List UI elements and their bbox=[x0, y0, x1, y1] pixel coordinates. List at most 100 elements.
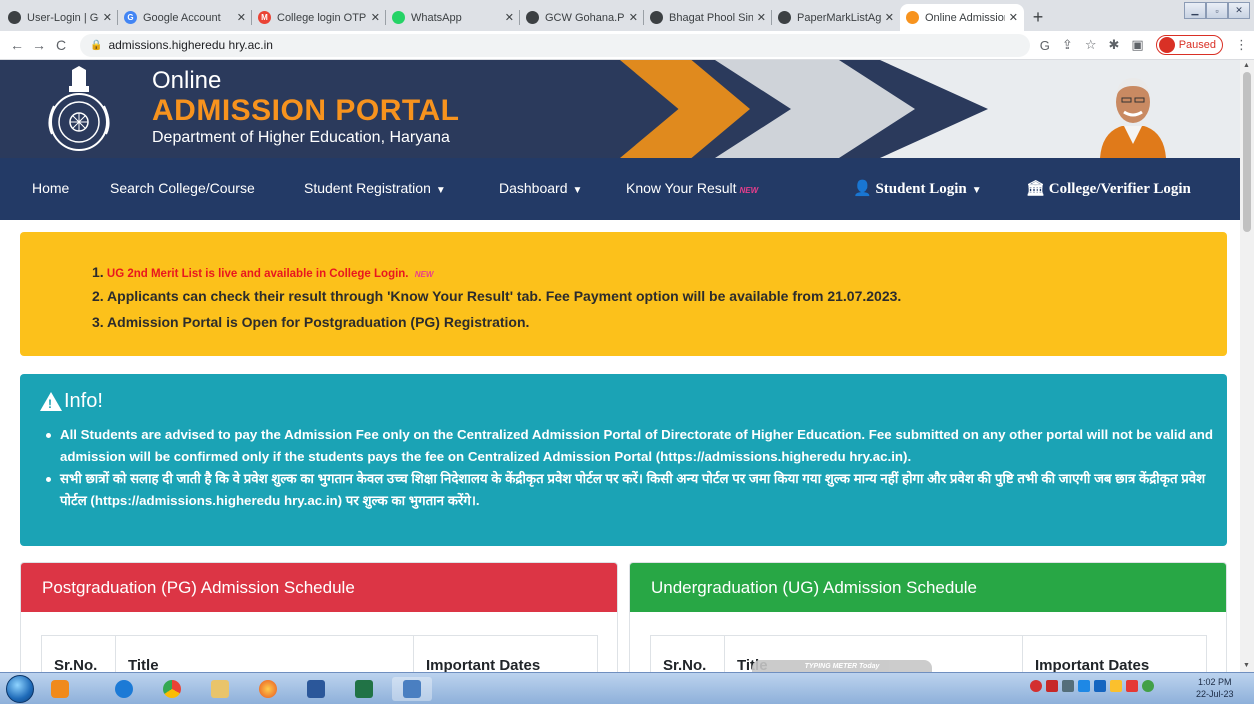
network-icon[interactable] bbox=[1062, 680, 1074, 692]
nav-home[interactable]: Home bbox=[32, 180, 69, 196]
tray-icon[interactable] bbox=[1126, 680, 1138, 692]
close-window-button[interactable]: ✕ bbox=[1228, 2, 1250, 19]
nav-dashboard[interactable]: Dashboard ▼ bbox=[499, 180, 582, 196]
file-explorer-icon[interactable] bbox=[200, 677, 240, 701]
nav-label: College/Verifier Login bbox=[1048, 181, 1191, 197]
banner-backdrop bbox=[880, 60, 1240, 158]
ug-card-header: Undergraduation (UG) Admission Schedule bbox=[630, 563, 1226, 612]
window-controls: ▁ ▫ ✕ bbox=[1184, 2, 1250, 19]
nav-label: Student Registration bbox=[304, 180, 431, 196]
notice-number: 1. bbox=[92, 264, 104, 280]
ug-schedule-card: Undergraduation (UG) Admission Schedule … bbox=[629, 562, 1227, 672]
maximize-button[interactable]: ▫ bbox=[1206, 2, 1228, 19]
user-icon: 👤 bbox=[853, 181, 872, 197]
scroll-down-arrow-icon[interactable]: ▼ bbox=[1243, 662, 1250, 669]
chrome-icon[interactable] bbox=[152, 677, 192, 701]
nav-label: Know Your Result bbox=[626, 180, 737, 196]
pg-schedule-card: Postgraduation (PG) Admission Schedule S… bbox=[20, 562, 618, 672]
close-icon[interactable]: ✕ bbox=[885, 11, 894, 24]
tab-title: User-Login | Govern bbox=[27, 11, 99, 24]
internet-explorer-icon[interactable] bbox=[104, 677, 144, 701]
tray-icon[interactable] bbox=[1110, 680, 1122, 692]
haryana-emblem-icon bbox=[48, 66, 110, 151]
start-button[interactable] bbox=[6, 675, 34, 703]
browser-tab[interactable]: Bhagat Phool Singh ✕ bbox=[644, 4, 772, 31]
tray-icon[interactable] bbox=[1030, 680, 1042, 692]
profile-button[interactable]: Paused bbox=[1155, 35, 1223, 55]
scroll-up-arrow-icon[interactable]: ▲ bbox=[1243, 62, 1250, 69]
profile-status: Paused bbox=[1178, 39, 1216, 51]
excel-icon[interactable] bbox=[344, 677, 384, 701]
notice-alert: 1. UG 2nd Merit List is live and availab… bbox=[20, 232, 1227, 356]
tray-icon[interactable] bbox=[1094, 680, 1106, 692]
reload-icon[interactable]: C bbox=[50, 37, 72, 53]
remote-desktop-icon[interactable] bbox=[392, 677, 432, 701]
tab-title: Google Account bbox=[143, 11, 221, 24]
clock-date: 22-Jul-23 bbox=[1196, 689, 1234, 699]
info-heading-text: Info! bbox=[64, 390, 103, 412]
column-header-srno: Sr.No. bbox=[650, 635, 725, 672]
close-icon[interactable]: ✕ bbox=[371, 11, 380, 24]
tray-icon[interactable] bbox=[1142, 680, 1154, 692]
info-item-english: All Students are advised to pay the Admi… bbox=[46, 424, 1216, 468]
url-input[interactable]: 🔒 admissions.higheredu hry.ac.in bbox=[80, 33, 1030, 57]
info-heading: ! Info! bbox=[40, 390, 103, 413]
back-arrow-icon[interactable]: ← bbox=[6, 37, 28, 53]
globe-icon bbox=[8, 11, 21, 24]
pg-schedule-table: Sr.No. Title Important Dates bbox=[41, 635, 598, 672]
windows-taskbar: 1:02 PM 22-Jul-23 bbox=[0, 672, 1254, 704]
close-icon[interactable]: ✕ bbox=[1009, 11, 1018, 24]
column-header-srno: Sr.No. bbox=[41, 635, 116, 672]
tray-icon[interactable] bbox=[1078, 680, 1090, 692]
minimize-button[interactable]: ▁ bbox=[1184, 2, 1206, 19]
bookmark-star-icon[interactable]: ☆ bbox=[1085, 37, 1097, 53]
browser-tab-active[interactable]: Online Admission ✕ bbox=[900, 4, 1024, 31]
close-icon[interactable]: ✕ bbox=[103, 11, 112, 24]
notice-item-2: 2. Applicants can check their result thr… bbox=[92, 288, 902, 304]
tray-icon[interactable] bbox=[1046, 680, 1058, 692]
nav-know-your-result[interactable]: Know Your Result NEW bbox=[626, 180, 758, 196]
browser-tab[interactable]: G Google Account ✕ bbox=[118, 4, 252, 31]
nav-student-login[interactable]: 👤 Student Login ▼ bbox=[853, 179, 982, 198]
title-line-online: Online bbox=[152, 67, 222, 94]
tab-title: College login OTP - bbox=[277, 11, 367, 24]
menu-kebab-icon[interactable]: ⋮ bbox=[1235, 37, 1248, 53]
globe-icon bbox=[526, 11, 539, 24]
browser-tab[interactable]: GCW Gohana.PDF ✕ bbox=[520, 4, 644, 31]
browser-tab[interactable]: PaperMarkListAgain ✕ bbox=[772, 4, 900, 31]
sidepanel-icon[interactable]: ▣ bbox=[1131, 37, 1143, 53]
google-lens-icon[interactable]: G bbox=[1040, 38, 1050, 53]
scrollbar-thumb[interactable] bbox=[1243, 72, 1251, 232]
close-icon[interactable]: ✕ bbox=[505, 11, 514, 24]
main-navbar: Home Search College/Course Student Regis… bbox=[0, 158, 1240, 220]
nav-college-verifier-login[interactable]: 🏛 College/Verifier Login bbox=[1026, 179, 1191, 198]
extensions-puzzle-icon[interactable]: ✱ bbox=[1108, 37, 1119, 53]
notice-item-3: 3. Admission Portal is Open for Postgrad… bbox=[92, 314, 530, 330]
column-header-dates: Important Dates bbox=[413, 635, 598, 672]
firefox-icon[interactable] bbox=[248, 677, 288, 701]
word-icon[interactable] bbox=[296, 677, 336, 701]
forward-arrow-icon[interactable]: → bbox=[28, 37, 50, 53]
taskbar-clock[interactable]: 1:02 PM 22-Jul-23 bbox=[1196, 676, 1234, 700]
globe-icon bbox=[778, 11, 791, 24]
whatsapp-icon bbox=[392, 11, 405, 24]
new-tab-button[interactable]: + bbox=[1024, 4, 1052, 31]
close-icon[interactable]: ✕ bbox=[757, 11, 766, 24]
info-alert: ! Info! All Students are advised to pay t… bbox=[20, 374, 1227, 546]
tab-title: Online Admission bbox=[925, 11, 1005, 24]
google-icon: G bbox=[124, 11, 137, 24]
info-list: All Students are advised to pay the Admi… bbox=[46, 424, 1216, 512]
close-icon[interactable]: ✕ bbox=[237, 11, 246, 24]
browser-tab[interactable]: WhatsApp ✕ bbox=[386, 4, 520, 31]
browser-tab[interactable]: M College login OTP - ✕ bbox=[252, 4, 386, 31]
nav-student-registration[interactable]: Student Registration ▼ bbox=[304, 180, 446, 196]
avatar bbox=[1158, 37, 1175, 53]
globe-icon bbox=[650, 11, 663, 24]
browser-tab[interactable]: User-Login | Govern ✕ bbox=[2, 4, 118, 31]
nav-search-college[interactable]: Search College/Course bbox=[110, 180, 255, 196]
media-player-icon[interactable] bbox=[40, 677, 80, 701]
close-icon[interactable]: ✕ bbox=[629, 11, 638, 24]
browser-tab-strip: User-Login | Govern ✕ G Google Account ✕ MC… bbox=[0, 0, 1254, 31]
share-icon[interactable]: ⇪ bbox=[1062, 37, 1073, 53]
page-scrollbar[interactable]: ▲ ▼ bbox=[1240, 60, 1254, 672]
